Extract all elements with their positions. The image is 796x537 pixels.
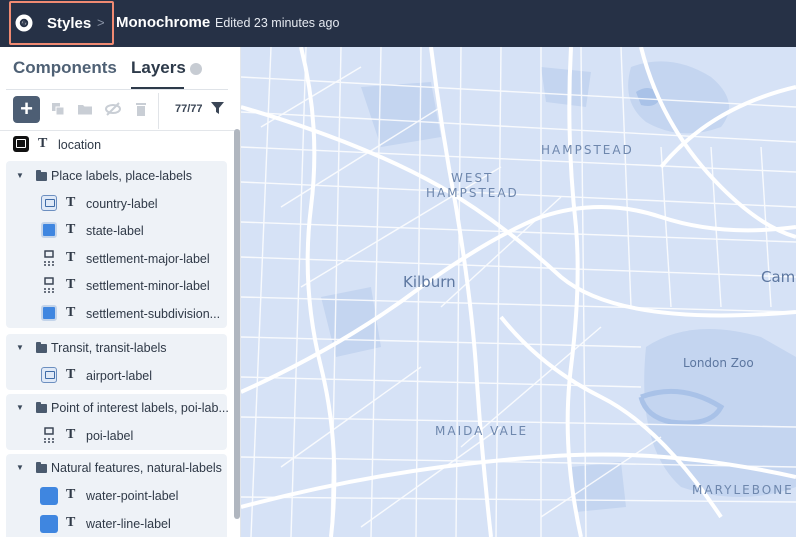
trash-icon[interactable]	[133, 101, 149, 117]
text-type-icon: T	[66, 277, 76, 292]
layer-label: location	[58, 138, 102, 152]
layer-row-settlement-minor-label[interactable]: T settlement-minor-label	[6, 272, 227, 299]
color-swatch-icon	[40, 487, 58, 505]
group-row-place-labels[interactable]: ▼ Place labels, place-labels	[6, 162, 227, 189]
folder-icon	[36, 342, 47, 353]
caret-down-icon: ▼	[16, 343, 24, 352]
layer-label: settlement-subdivision...	[86, 307, 221, 321]
group-label: Point of interest labels, poi-lab...	[51, 401, 229, 415]
app-window: Styles > Monochrome Edited 23 minutes ag…	[0, 0, 796, 537]
group-label: Place labels, place-labels	[51, 169, 193, 183]
folder-icon	[36, 170, 47, 181]
layer-row-settlement-major-label[interactable]: T settlement-major-label	[6, 245, 227, 272]
text-type-icon: T	[66, 305, 76, 320]
layer-label: settlement-major-label	[86, 252, 210, 266]
image-dots-icon	[44, 250, 54, 266]
layer-label: water-line-label	[86, 517, 171, 531]
sidebar-tabs: Components Layers	[0, 47, 240, 90]
layer-row-water-line-label[interactable]: T water-line-label	[6, 510, 227, 537]
map-label-west-hampstead-line2: HAMPSTEAD	[426, 186, 519, 200]
image-icon	[41, 195, 57, 211]
group-row-transit-labels[interactable]: ▼ Transit, transit-labels	[6, 334, 227, 361]
top-bar: Styles > Monochrome Edited 23 minutes ag…	[0, 0, 796, 47]
folder-icon[interactable]	[77, 101, 93, 117]
text-type-icon: T	[66, 427, 76, 442]
map-roads	[241, 47, 796, 537]
text-type-icon: T	[66, 367, 76, 382]
color-swatch-icon	[41, 305, 57, 321]
layers-status-dot	[190, 63, 202, 75]
layer-row-settlement-subdivision-label[interactable]: T settlement-subdivision...	[6, 300, 227, 327]
caret-down-icon: ▼	[16, 463, 24, 472]
styles-breadcrumb[interactable]: Styles >	[9, 1, 114, 45]
chevron-right-icon: >	[97, 15, 105, 30]
image-icon	[13, 136, 29, 152]
tabs-divider	[6, 89, 228, 90]
styles-breadcrumb-label: Styles	[47, 15, 92, 32]
layer-row-location[interactable]: T location	[0, 131, 232, 158]
toolbar-separator	[158, 93, 159, 129]
caret-down-icon: ▼	[16, 403, 24, 412]
layer-count: 77/77	[175, 103, 203, 115]
layer-row-country-label[interactable]: T country-label	[6, 190, 227, 217]
layer-label: settlement-minor-label	[86, 279, 210, 293]
tab-layers[interactable]: Layers	[131, 58, 186, 78]
edited-timestamp: Edited 23 minutes ago	[215, 16, 340, 30]
layers-sidebar: Components Layers + 77/77 T location ▼ P…	[0, 47, 241, 537]
duplicate-icon[interactable]	[50, 101, 66, 117]
group-row-natural-labels[interactable]: ▼ Natural features, natural-labels	[6, 454, 227, 481]
group-row-poi-labels[interactable]: ▼ Point of interest labels, poi-lab...	[6, 394, 229, 421]
layers-toolbar: + 77/77	[0, 93, 240, 129]
layer-row-poi-label[interactable]: T poi-label	[6, 422, 227, 449]
layer-list: T location ▼ Place labels, place-labels …	[0, 131, 232, 537]
color-swatch-icon	[40, 515, 58, 533]
map-label-west-hampstead-line1: WEST	[451, 171, 494, 185]
layer-row-airport-label[interactable]: T airport-label	[6, 362, 227, 389]
text-type-icon: T	[66, 515, 76, 530]
image-dots-icon	[44, 277, 54, 293]
layer-label: country-label	[86, 197, 158, 211]
layer-label: airport-label	[86, 369, 153, 383]
layer-label: state-label	[86, 224, 144, 238]
group-label: Natural features, natural-labels	[51, 461, 222, 475]
map-label-maida-vale: MAIDA VALE	[435, 424, 529, 438]
text-type-icon: T	[66, 222, 76, 237]
group-label: Transit, transit-labels	[51, 341, 167, 355]
layer-row-state-label[interactable]: T state-label	[6, 217, 227, 244]
folder-icon	[36, 462, 47, 473]
layer-list-scrollbar[interactable]	[234, 129, 240, 519]
hide-icon[interactable]	[105, 101, 121, 117]
style-name[interactable]: Monochrome	[116, 14, 210, 31]
text-type-icon: T	[66, 487, 76, 502]
map-label-london-zoo: London Zoo	[683, 356, 754, 370]
mapbox-logo-icon	[15, 14, 33, 32]
map-label-kilburn: Kilburn	[403, 273, 456, 291]
layer-label: poi-label	[86, 429, 134, 443]
text-type-icon: T	[38, 136, 48, 151]
map-label-marylebone: MARYLEBONE	[692, 483, 794, 497]
text-type-icon: T	[66, 250, 76, 265]
tab-components[interactable]: Components	[13, 58, 117, 78]
map-canvas[interactable]: HAMPSTEAD WEST HAMPSTEAD Kilburn Cam Lon…	[241, 47, 796, 537]
text-type-icon: T	[66, 195, 76, 210]
filter-icon[interactable]	[211, 102, 224, 115]
map-label-hampstead: HAMPSTEAD	[541, 143, 634, 157]
layer-label: water-point-label	[86, 489, 179, 503]
caret-down-icon: ▼	[16, 171, 24, 180]
add-layer-button[interactable]: +	[13, 96, 40, 123]
layer-row-water-point-label[interactable]: T water-point-label	[6, 482, 227, 509]
map-label-camden: Cam	[761, 268, 796, 286]
image-icon	[41, 367, 57, 383]
image-dots-icon	[44, 427, 54, 443]
folder-icon	[36, 402, 47, 413]
color-swatch-icon	[41, 222, 57, 238]
